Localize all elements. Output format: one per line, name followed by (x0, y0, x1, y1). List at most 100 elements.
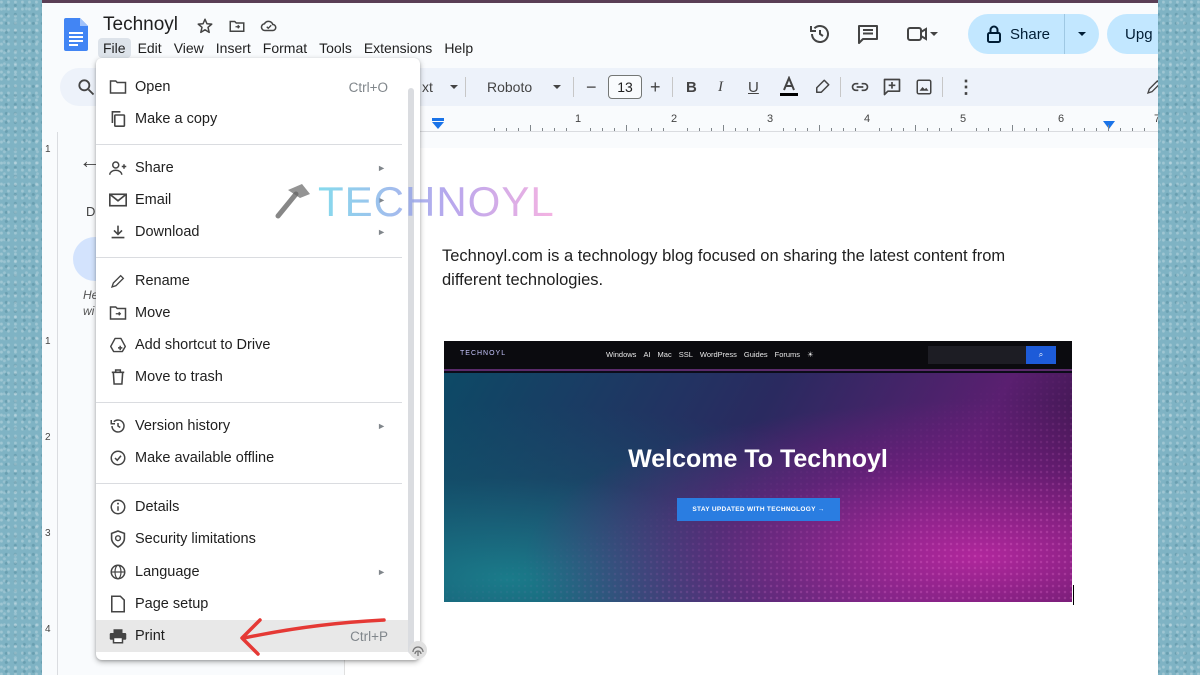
font-size-input[interactable]: 13 (608, 75, 642, 99)
menu-tools[interactable]: Tools (314, 38, 357, 58)
comments-icon[interactable] (850, 16, 886, 52)
menu-file[interactable]: File (98, 38, 131, 58)
style-select[interactable]: xt (422, 68, 459, 106)
menu-item-move[interactable]: Move (96, 297, 408, 329)
vruler-number: 3 (45, 528, 51, 539)
menu-extensions[interactable]: Extensions (359, 38, 437, 58)
ruler-tick (590, 128, 592, 131)
font-select-label: Roboto (487, 79, 533, 95)
move-folder-icon[interactable] (226, 15, 248, 37)
vruler-number: 4 (45, 624, 51, 635)
menu-scrollbar[interactable] (408, 88, 414, 654)
menu-item-make-available-offline[interactable]: Make available offline (96, 442, 408, 474)
document-page[interactable]: Technoyl.com is a technology blog focuse… (344, 148, 1158, 675)
ruler-tick (807, 128, 808, 131)
menu-item-open[interactable]: Open Ctrl+O (96, 71, 408, 103)
add-comment-icon[interactable] (882, 68, 902, 106)
menu-item-label: Make available offline (135, 450, 275, 466)
menu-format[interactable]: Format (258, 38, 312, 58)
cloud-saved-icon[interactable] (258, 15, 280, 37)
ruler-tick (710, 128, 712, 131)
menu-item-make-a-copy[interactable]: Make a copy (96, 103, 408, 135)
star-icon[interactable] (194, 15, 216, 37)
bold-icon[interactable]: B (686, 68, 697, 106)
ruler-number: 6 (1057, 113, 1065, 125)
divider (573, 77, 574, 97)
version-history-icon[interactable] (802, 16, 838, 52)
ruler-tick (987, 128, 989, 131)
increase-font-icon[interactable]: + (650, 68, 661, 106)
horizontal-ruler[interactable]: 1 2 3 4 5 6 7 (420, 110, 1158, 132)
underline-icon[interactable]: U (748, 68, 759, 106)
text-color-icon[interactable] (779, 68, 799, 106)
share-dropdown[interactable] (1065, 14, 1099, 54)
document-title[interactable]: Technoyl (103, 14, 178, 36)
share-main[interactable]: Share (968, 14, 1066, 54)
menu-item-label: Add shortcut to Drive (135, 337, 271, 353)
file-menu-dropdown: Open Ctrl+O Make a copy Share ► Email ► … (96, 58, 420, 660)
fingerprint-icon (409, 641, 427, 659)
chevron-down-icon (449, 85, 458, 89)
menu-item-move-to-trash[interactable]: Move to trash (96, 361, 408, 393)
menu-insert[interactable]: Insert (211, 38, 256, 58)
menu-separator (96, 402, 402, 403)
vruler-number: 2 (45, 432, 51, 443)
chevron-down-icon (1078, 32, 1087, 36)
ruler-tick (602, 128, 604, 131)
menu-item-version-history[interactable]: Version history ► (96, 410, 408, 442)
ruler-tick (1119, 128, 1121, 131)
document-paragraph[interactable]: Technoyl.com is a technology blog focuse… (442, 244, 1062, 292)
menu-item-security-limitations[interactable]: Security limitations (96, 523, 408, 555)
right-indent-marker-icon[interactable] (1103, 121, 1115, 130)
search-menus-icon[interactable] (76, 77, 96, 97)
share-button[interactable]: Share (968, 14, 1100, 54)
shield-icon (108, 529, 128, 549)
ruler-tick (939, 128, 941, 131)
editing-mode-icon[interactable] (1146, 68, 1158, 106)
menu-item-rename[interactable]: Rename (96, 265, 408, 297)
ruler-tick (903, 128, 905, 131)
ruler-tick (782, 128, 784, 131)
menu-item-label: Make a copy (135, 111, 218, 127)
ruler-tick (650, 128, 652, 131)
menu-edit[interactable]: Edit (133, 38, 167, 58)
info-icon (108, 497, 128, 517)
left-indent-marker-icon[interactable] (432, 118, 444, 130)
menu-item-language[interactable]: Language ► (96, 556, 408, 588)
image-theme-icon: ☀ (807, 350, 814, 359)
menu-item-label: Open (135, 79, 171, 95)
embedded-website-screenshot[interactable]: TECHNOYL Windows AI Mac SSL WordPress Gu… (444, 341, 1072, 602)
menu-help[interactable]: Help (439, 38, 478, 58)
menu-item-label: Move to trash (135, 369, 223, 385)
ruler-tick (1107, 125, 1109, 131)
decrease-font-icon[interactable]: − (586, 68, 597, 106)
menu-item-label: Print (135, 628, 165, 644)
image-nav-link: WordPress (699, 350, 737, 359)
ruler-number: 2 (670, 113, 678, 125)
menu-separator (96, 483, 402, 484)
offline-check-icon (108, 448, 128, 468)
image-navbar: TECHNOYL Windows AI Mac SSL WordPress Gu… (444, 341, 1072, 371)
vertical-ruler[interactable]: 1 1 2 3 4 (42, 132, 58, 675)
menu-separator (96, 144, 402, 145)
highlight-icon[interactable] (813, 68, 831, 106)
submenu-arrow-icon: ► (377, 421, 386, 431)
trash-icon (108, 367, 128, 387)
vruler-number: 1 (45, 336, 51, 347)
more-options-icon[interactable]: ⋮ (957, 68, 975, 106)
italic-icon[interactable]: I (718, 68, 723, 106)
ruler-tick (662, 128, 664, 131)
menu-item-details[interactable]: Details (96, 491, 408, 523)
globe-icon (108, 562, 128, 582)
meet-video-icon[interactable] (898, 16, 946, 52)
font-select[interactable]: Roboto (487, 68, 562, 106)
ruler-tick (1132, 128, 1134, 131)
menu-view[interactable]: View (169, 38, 209, 58)
insert-link-icon[interactable] (850, 68, 870, 106)
upgrade-button[interactable]: Upg (1107, 14, 1158, 54)
docs-logo-icon[interactable] (64, 18, 88, 51)
insert-image-icon[interactable] (915, 68, 933, 106)
menu-item-add-shortcut[interactable]: Add shortcut to Drive (96, 329, 408, 361)
ruler-tick (1047, 128, 1049, 131)
vruler-number: 1 (45, 144, 51, 155)
